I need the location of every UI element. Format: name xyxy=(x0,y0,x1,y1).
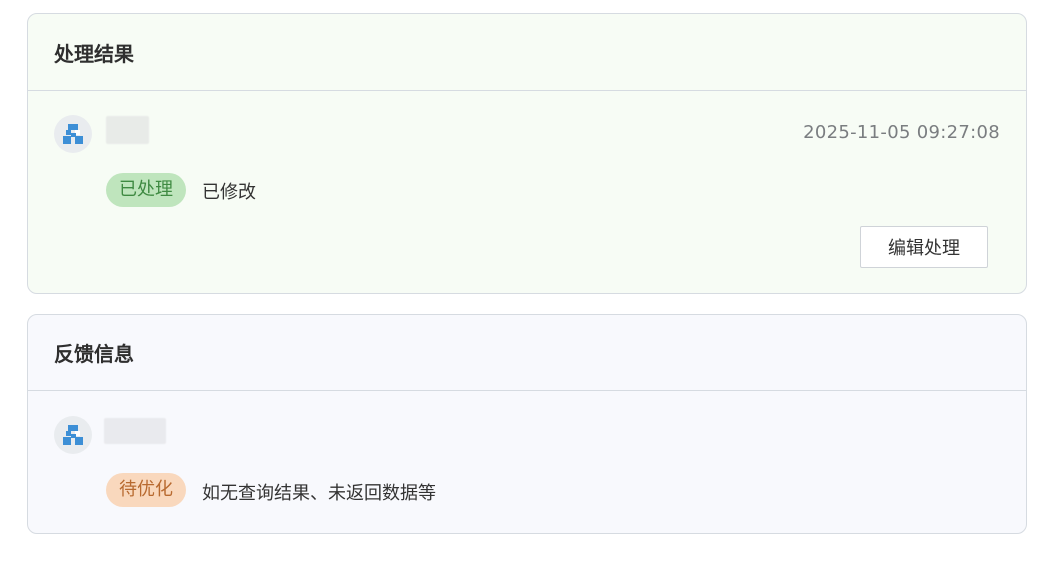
feedback-card-title: 反馈信息 xyxy=(28,315,1026,391)
avatar-pixel-icon xyxy=(63,124,83,144)
feedback-card: 反馈信息 待优化 如无查询结果、未返回数据等 xyxy=(27,314,1027,534)
processed-timestamp: 2025-11-05 09:27:08 xyxy=(803,122,1000,143)
avatar-pixel-icon xyxy=(63,425,83,445)
status-badge-pending: 待优化 xyxy=(106,473,186,507)
user-avatar-icon xyxy=(54,115,92,153)
result-card-title: 处理结果 xyxy=(28,14,1026,91)
user-avatar-icon xyxy=(54,416,92,454)
status-badge-processed: 已处理 xyxy=(106,173,186,207)
result-description: 已修改 xyxy=(202,182,256,203)
feedback-description: 如无查询结果、未返回数据等 xyxy=(202,483,436,504)
result-card: 处理结果 2025-11-05 09:27:08 已处理 已修改 编辑处理 xyxy=(27,13,1027,294)
user-name-redacted xyxy=(104,418,166,444)
edit-processing-button[interactable]: 编辑处理 xyxy=(860,226,988,268)
user-name-redacted xyxy=(106,116,149,144)
